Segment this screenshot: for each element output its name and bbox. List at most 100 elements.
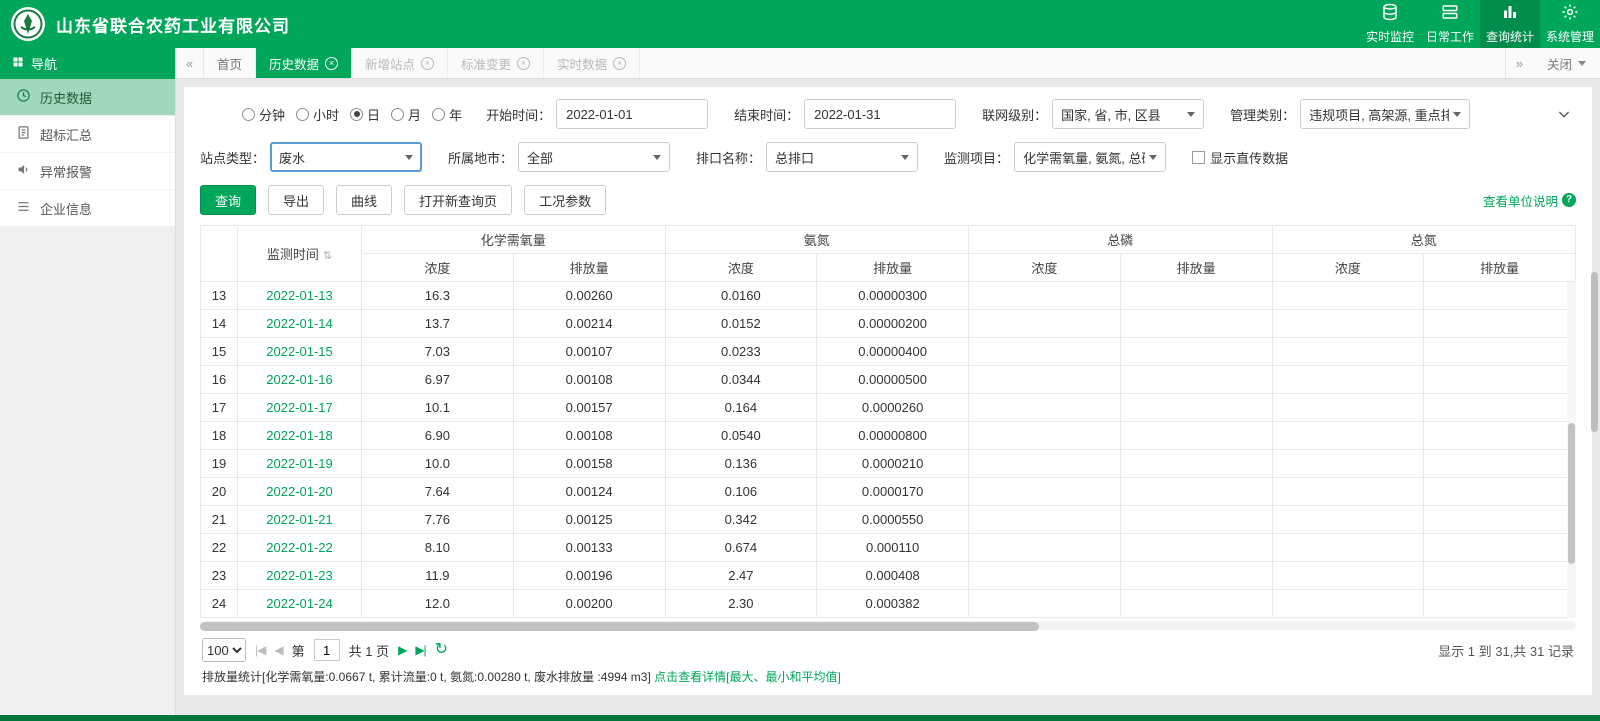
- tab-home[interactable]: 首页: [204, 48, 257, 78]
- station-type-select[interactable]: 废水: [270, 142, 423, 172]
- monitor-items-select[interactable]: 化学需氧量, 氨氮, 总磷, 总...: [1014, 142, 1167, 172]
- sidebar-item-exceed-summary[interactable]: 超标汇总: [0, 116, 175, 153]
- tab-scroll-left-icon[interactable]: «: [176, 48, 204, 78]
- sidebar-item-abnormal-alarm[interactable]: 异常报警: [0, 153, 175, 190]
- tab-standard-change[interactable]: 标准变更 ×: [448, 48, 545, 78]
- row-index: 13: [200, 281, 238, 310]
- value-cell: [1423, 477, 1576, 506]
- close-tabs-menu[interactable]: 关闭: [1533, 48, 1600, 78]
- monitor-date-link[interactable]: 2022-01-14: [237, 309, 362, 338]
- value-cell: [1423, 281, 1576, 310]
- table-row[interactable]: 14 2022-01-14 13.7 0.00214 0.0152 0.00000200: [200, 309, 1576, 338]
- network-level-select[interactable]: 国家, 省, 市, 区县: [1052, 99, 1205, 129]
- monitor-date-link[interactable]: 2022-01-23: [237, 561, 362, 590]
- table-row[interactable]: 22 2022-01-22 8.10 0.00133 0.674 0.000110: [200, 533, 1576, 562]
- unit-help-link[interactable]: 查看单位说明 ?: [1483, 191, 1576, 210]
- table-row[interactable]: 24 2022-01-24 12.0 0.00200 2.30 0.000382: [200, 589, 1576, 618]
- view-detail-link[interactable]: 点击查看详情[最大、最小和平均值]: [654, 670, 841, 684]
- table-vertical-scrollbar-thumb[interactable]: [1568, 423, 1575, 565]
- monitor-date-link[interactable]: 2022-01-17: [237, 393, 362, 422]
- table-row[interactable]: 15 2022-01-15 7.03 0.00107 0.0233 0.00000400: [200, 337, 1576, 366]
- tab-close-icon[interactable]: ×: [325, 56, 339, 70]
- tab-history-data[interactable]: 历史数据 ×: [256, 48, 353, 78]
- table-row[interactable]: 23 2022-01-23 11.9 0.00196 2.47 0.000408: [200, 561, 1576, 590]
- table-row[interactable]: 17 2022-01-17 10.1 0.00157 0.164 0.0000260: [200, 393, 1576, 422]
- tab-new-station[interactable]: 新增站点 ×: [352, 48, 449, 78]
- tab-realtime-data[interactable]: 实时数据 ×: [544, 48, 641, 78]
- time-column-header[interactable]: 监测时间 ⇅: [237, 225, 362, 282]
- table-horizontal-scrollbar[interactable]: [200, 621, 1576, 631]
- table-vertical-scrollbar[interactable]: [1567, 282, 1576, 618]
- export-button[interactable]: 导出: [268, 185, 325, 215]
- value-cell: [1423, 337, 1576, 366]
- query-button[interactable]: 查询: [200, 185, 257, 215]
- last-page-button[interactable]: ▶|: [415, 643, 426, 657]
- tab-close-icon[interactable]: ×: [613, 56, 627, 70]
- monitor-date-link[interactable]: 2022-01-19: [237, 449, 362, 478]
- refresh-icon[interactable]: ↻: [435, 642, 448, 658]
- table-horizontal-scrollbar-thumb[interactable]: [200, 622, 1040, 631]
- tab-close-icon[interactable]: ×: [421, 56, 435, 70]
- table-row[interactable]: 20 2022-01-20 7.64 0.00124 0.106 0.0000170: [200, 477, 1576, 506]
- unit-help-label: 查看单位说明: [1482, 194, 1558, 209]
- sidebar-item-history-data[interactable]: 历史数据: [0, 79, 175, 116]
- value-cell: [1119, 337, 1273, 366]
- curve-button[interactable]: 曲线: [336, 185, 393, 215]
- table-row[interactable]: 18 2022-01-18 6.90 0.00108 0.0540 0.00000800: [200, 421, 1576, 450]
- table-row[interactable]: 13 2022-01-13 16.3 0.00260 0.0160 0.00000300: [200, 281, 1576, 310]
- sidebar-item-company-info[interactable]: 企业信息: [0, 190, 175, 227]
- monitor-date-link[interactable]: 2022-01-18: [237, 421, 362, 450]
- page-number-input[interactable]: [313, 639, 340, 661]
- tab-close-icon[interactable]: ×: [517, 56, 531, 70]
- start-time-input[interactable]: [556, 99, 709, 129]
- sort-icon[interactable]: ⇅: [323, 250, 332, 262]
- page-vertical-scrollbar-thumb[interactable]: [1591, 272, 1598, 432]
- collapse-filters-icon[interactable]: [1556, 106, 1572, 122]
- direct-data-checkbox[interactable]: [1192, 150, 1206, 164]
- monitor-date-link[interactable]: 2022-01-22: [237, 533, 362, 562]
- table-row[interactable]: 21 2022-01-21 7.76 0.00125 0.342 0.0000550: [200, 505, 1576, 534]
- monitor-date-link[interactable]: 2022-01-24: [237, 589, 362, 618]
- first-page-button[interactable]: |◀: [255, 643, 266, 657]
- monitor-date-link[interactable]: 2022-01-13: [237, 281, 362, 310]
- tab-scroll-right-icon[interactable]: »: [1504, 48, 1533, 78]
- manage-type-select[interactable]: 违规项目, 高架源, 重点排污: [1300, 99, 1471, 129]
- topmenu-system-management[interactable]: 系统管理: [1540, 0, 1600, 48]
- bar-chart-icon: [1501, 3, 1519, 24]
- content-area: 分钟 小时 日 月 年 开始时间： 2022-01-01 结束时间： 2022-…: [176, 79, 1600, 715]
- value-cell: [1423, 589, 1576, 618]
- value-cell: 0.342: [664, 505, 818, 534]
- end-time-input[interactable]: [804, 99, 957, 129]
- tab-label: 实时数据: [557, 57, 608, 72]
- value-cell: 7.76: [361, 505, 514, 534]
- page-size-select[interactable]: 100: [202, 638, 246, 662]
- monitor-date-link[interactable]: 2022-01-16: [237, 365, 362, 394]
- outlet-select[interactable]: 总排口: [766, 142, 919, 172]
- value-cell: [968, 561, 1121, 590]
- radio-minute[interactable]: 分钟: [242, 105, 285, 124]
- table-row[interactable]: 16 2022-01-16 6.97 0.00108 0.0344 0.00000500: [200, 365, 1576, 394]
- topmenu-daily-work[interactable]: 日常工作: [1420, 0, 1480, 48]
- direct-data-checkbox-field[interactable]: 显示直传数据: [1192, 148, 1288, 167]
- city-select[interactable]: 全部: [518, 142, 671, 172]
- next-page-button[interactable]: ▶: [398, 643, 407, 657]
- topmenu: 实时监控 日常工作 查询统计 系统管理: [1360, 0, 1600, 48]
- topmenu-realtime-monitor[interactable]: 实时监控: [1360, 0, 1420, 48]
- radio-day[interactable]: 日: [350, 105, 380, 124]
- table-row[interactable]: 19 2022-01-19 10.0 0.00158 0.136 0.0000210: [200, 449, 1576, 478]
- condition-params-button[interactable]: 工况参数: [524, 185, 607, 215]
- topmenu-query-statistics[interactable]: 查询统计: [1480, 0, 1540, 48]
- prev-page-button[interactable]: ◀: [274, 643, 283, 657]
- radio-month[interactable]: 月: [391, 105, 421, 124]
- monitor-date-link[interactable]: 2022-01-21: [237, 505, 362, 534]
- radio-hour[interactable]: 小时: [296, 105, 339, 124]
- monitor-date-link[interactable]: 2022-01-20: [237, 477, 362, 506]
- radio-year[interactable]: 年: [432, 105, 462, 124]
- monitor-date-link[interactable]: 2022-01-15: [237, 337, 362, 366]
- value-cell: [1119, 421, 1273, 450]
- value-cell: [1271, 309, 1425, 338]
- open-new-query-page-button[interactable]: 打开新查询页: [404, 185, 513, 215]
- value-cell: [1119, 477, 1273, 506]
- value-cell: 0.164: [664, 393, 818, 422]
- radio-dot: [296, 107, 310, 121]
